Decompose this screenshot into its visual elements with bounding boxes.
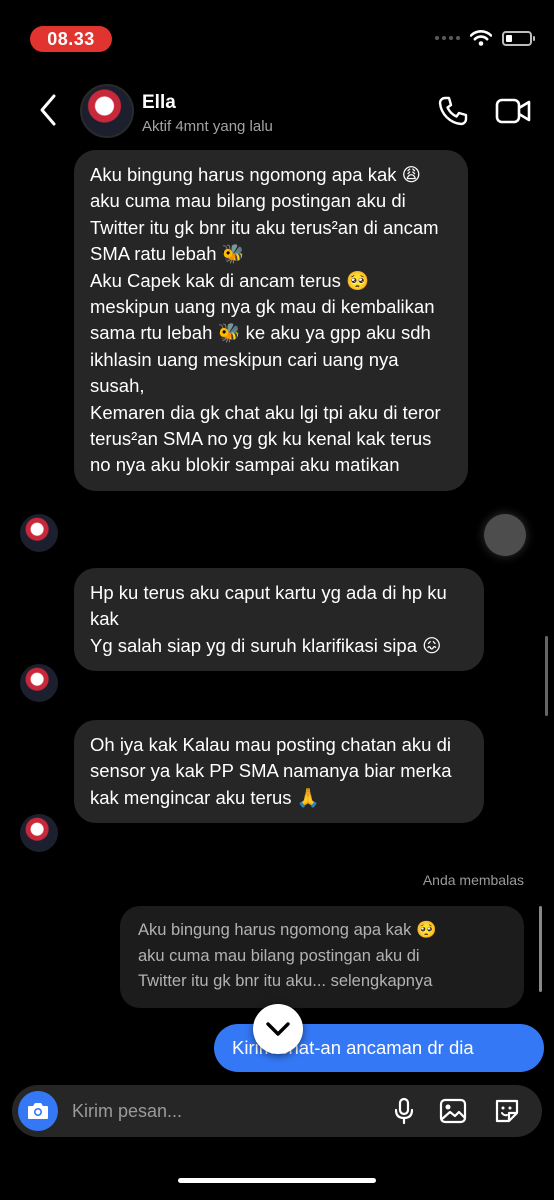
voice-message-button[interactable] [390,1097,418,1125]
chevron-left-icon [40,94,56,126]
wifi-icon [470,30,492,46]
received-message-bubble[interactable]: Oh iya kak Kalau mau posting chatan aku … [74,720,484,824]
voice-call-button[interactable] [436,94,470,128]
chat-header: Ella Aktif 4mnt yang lalu [0,80,554,144]
sender-avatar[interactable] [20,814,58,852]
contact-activity-status: Aktif 4mnt yang lalu [142,118,273,135]
reply-label: Anda membalas [422,872,524,888]
reply-indicator-bar [539,906,542,992]
video-call-button[interactable] [494,94,532,128]
status-time: 08.33 [30,26,112,52]
status-bar: 08.33 [0,0,554,80]
scroll-to-bottom-button[interactable] [253,1004,303,1054]
contact-avatar[interactable] [80,84,134,138]
cellular-signal-icon [435,36,460,40]
contact-name[interactable]: Ella [142,92,176,114]
chevron-down-icon [266,1022,290,1036]
back-button[interactable] [30,90,66,130]
floating-assistive-button[interactable] [484,514,526,556]
sticker-icon [495,1099,519,1123]
video-camera-icon [495,98,531,124]
message-input[interactable] [72,1085,372,1137]
sender-avatar[interactable] [20,514,58,552]
phone-icon [438,96,468,126]
sticker-button[interactable] [492,1097,522,1125]
received-message-bubble[interactable]: Hp ku terus aku caput kartu yg ada di hp… [74,568,484,672]
home-indicator[interactable] [178,1178,376,1183]
quoted-reply-message[interactable]: Aku bingung harus ngomong apa kak 🥺 aku … [120,906,524,1008]
gallery-button[interactable] [438,1097,468,1125]
message-composer [12,1085,542,1137]
sender-avatar[interactable] [20,664,58,702]
scrollbar[interactable] [545,636,548,716]
camera-button[interactable] [18,1091,58,1131]
received-message-bubble[interactable]: Aku bingung harus ngomong apa kak 😩 aku … [74,150,468,491]
image-icon [439,1098,467,1124]
microphone-icon [394,1097,414,1125]
battery-icon [502,30,535,46]
camera-icon [28,1103,48,1119]
status-icons [435,30,535,46]
